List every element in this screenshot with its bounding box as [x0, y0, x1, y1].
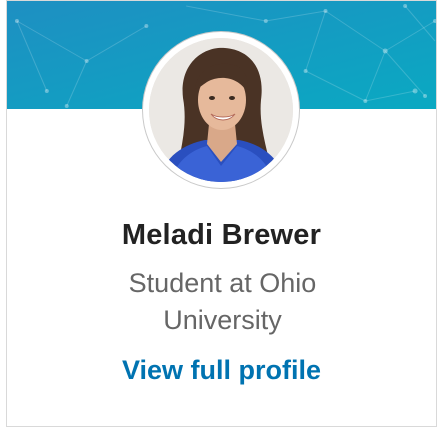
profile-name: Meladi Brewer — [121, 219, 322, 251]
avatar[interactable] — [149, 38, 293, 182]
profile-card: Meladi Brewer Student at Ohio University… — [6, 0, 437, 427]
avatar-frame[interactable] — [143, 32, 299, 188]
profile-headline: Student at Ohio University — [128, 268, 317, 335]
view-full-profile-link[interactable]: View full profile — [7, 355, 436, 386]
profile-photo-icon — [149, 38, 293, 182]
